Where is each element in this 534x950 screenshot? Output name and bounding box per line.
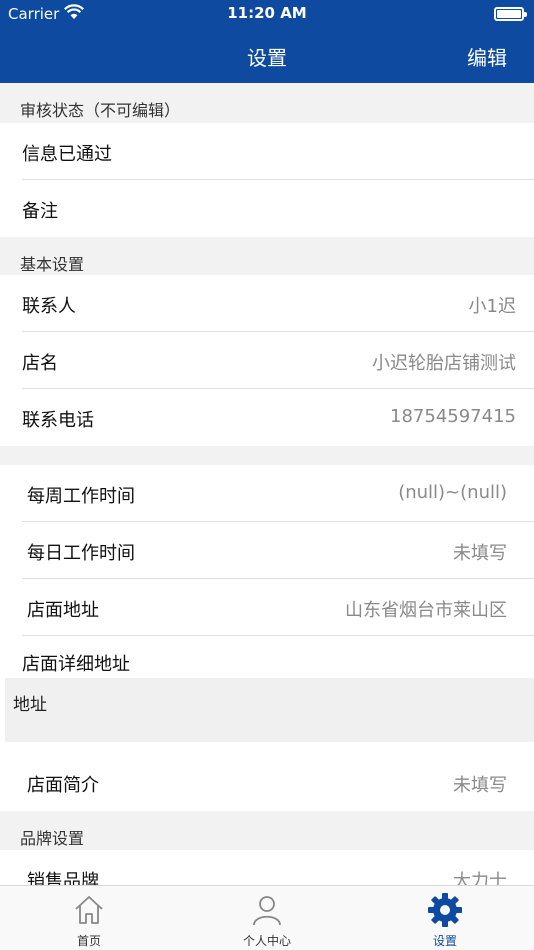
row-label: 店面简介 [27,775,99,796]
row-value: 18754597415 [390,406,516,427]
nav-bar: 设置 编辑 [0,28,534,83]
row-value: 未填写 [453,775,507,796]
row-value: 小1迟 [468,296,516,317]
settings-list[interactable]: 审核状态（不可编辑） 信息已通过 备注 基本设置 联系人 小1迟 店名 小迟轮胎… [0,83,534,885]
page-title: 设置 [247,46,287,70]
row-label: 联系人 [22,296,76,317]
tab-label: 首页 [76,934,101,948]
row-label: 店名 [22,353,58,374]
home-icon [75,896,103,924]
row-label: 店面地址 [27,600,99,621]
row-label: 销售品牌 [27,871,99,885]
row-label: 信息已通过 [22,144,112,165]
row-value: 小迟轮胎店铺测试 [372,353,516,374]
section-title: 基本设置 [20,255,85,274]
person-icon [253,896,281,926]
status-bar: Carrier 11:20 AM [0,0,534,28]
clock: 11:20 AM [227,4,307,22]
section-title: 审核状态（不可编辑） [20,101,181,120]
row-value: 山东省烟台市莱山区 [345,600,507,621]
battery-icon [494,7,527,21]
shop-intro-row[interactable]: 店面简介 未填写 [0,754,534,811]
tab-profile[interactable]: 个人中心 [178,886,356,950]
row-label: 每周工作时间 [27,486,135,507]
row-label: 备注 [22,201,58,222]
section-header-basic: 基本设置 [0,237,534,275]
tab-label: 个人中心 [242,934,291,948]
shop-name-row[interactable]: 店名 小迟轮胎店铺测试 [0,332,534,389]
section-gap [0,446,534,465]
tab-label: 设置 [432,934,457,948]
weekly-hours-row[interactable]: 每周工作时间 (null)~(null) [0,465,534,522]
tab-settings[interactable]: 设置 [356,886,534,950]
gear-icon [428,893,462,927]
tab-bar: 首页 个人中心 设置 [0,885,534,950]
section-title: 品牌设置 [20,829,85,848]
detailed-address-field[interactable]: 地址 [5,678,534,742]
remark-row: 备注 [0,180,534,237]
section-header-review: 审核状态（不可编辑） [0,83,534,121]
brand-row[interactable]: 销售品牌 大力士 [0,850,534,885]
section-header-brand: 品牌设置 [0,811,534,849]
edit-button[interactable]: 编辑 [467,42,507,71]
detailed-address-label: 店面详细地址 [22,654,130,675]
contact-row[interactable]: 联系人 小1迟 [0,275,534,332]
row-value: 未填写 [453,543,507,564]
tab-home[interactable]: 首页 [0,886,178,950]
row-label: 每日工作时间 [27,543,135,564]
row-value: (null)~(null) [398,482,507,503]
shop-address-row[interactable]: 店面地址 山东省烟台市莱山区 [0,579,534,636]
daily-hours-row[interactable]: 每日工作时间 未填写 [0,522,534,579]
detailed-address-block: 店面详细地址 地址 [0,636,534,754]
row-value: 大力士 [453,871,507,885]
row-label: 联系电话 [22,410,94,431]
review-status-row: 信息已通过 [0,123,534,180]
phone-row[interactable]: 联系电话 18754597415 [0,389,534,446]
detailed-address-text: 地址 [13,695,47,715]
